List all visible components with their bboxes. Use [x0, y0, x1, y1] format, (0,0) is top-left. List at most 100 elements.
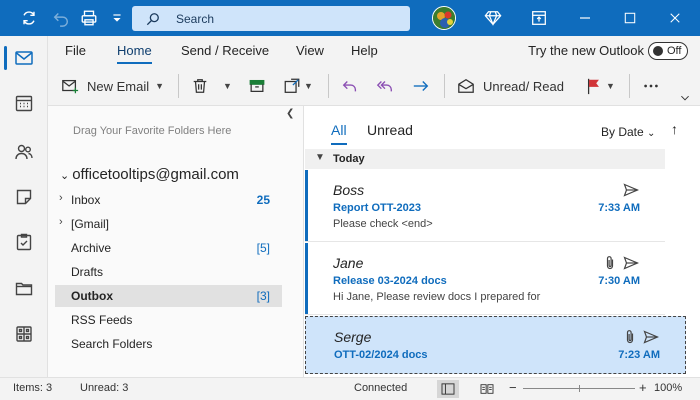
status-connection: Connected — [354, 382, 408, 394]
zoom-out-button[interactable]: − — [509, 380, 517, 395]
send-icon — [623, 256, 639, 270]
ribbon-display-icon[interactable] — [528, 8, 550, 28]
send-icon — [643, 330, 659, 344]
new-email-button[interactable]: New Email ▼ — [61, 74, 164, 98]
flag-icon — [587, 78, 599, 95]
send-receive-icon[interactable] — [18, 8, 40, 28]
message-item[interactable]: Jane Release 03-2024 docs 7:30 AM Hi Jan… — [305, 243, 665, 315]
search-input[interactable] — [176, 11, 396, 26]
tab-view[interactable]: View — [296, 43, 324, 58]
folder-inbox[interactable]: › Inbox 25 — [55, 189, 282, 211]
close-button[interactable] — [660, 6, 690, 30]
paperclip-icon — [606, 256, 614, 270]
folder-icon[interactable] — [0, 268, 48, 308]
folder-count: [3] — [256, 289, 270, 303]
forward-icon — [413, 81, 429, 91]
ribbon-tabs: File Home Send / Receive View Help Try t… — [48, 36, 700, 66]
search-box[interactable] — [132, 6, 410, 31]
chevron-down-icon[interactable]: ▼ — [606, 81, 615, 91]
filter-tab-unread[interactable]: Unread — [367, 122, 413, 138]
toolbar-divider — [629, 74, 630, 98]
reply-all-button[interactable] — [376, 74, 394, 98]
message-sender: Jane — [333, 255, 364, 271]
tab-send-receive[interactable]: Send / Receive — [181, 43, 269, 58]
folder-name: Search Folders — [71, 337, 153, 351]
folder-name: Drafts — [71, 265, 104, 279]
unread-read-button[interactable]: Unread/ Read — [457, 74, 564, 98]
calendar-icon[interactable] — [0, 83, 48, 123]
filter-tab-all[interactable]: All — [331, 122, 347, 145]
reading-view-button[interactable] — [476, 380, 498, 398]
folder-count: 25 — [256, 193, 270, 207]
chevron-right-icon[interactable]: › — [59, 216, 63, 228]
normal-view-button[interactable] — [437, 380, 459, 398]
chevron-down-icon[interactable]: ▼ — [223, 81, 232, 91]
folder-gmail[interactable]: › [Gmail] — [55, 213, 282, 235]
sort-direction-icon[interactable]: ↑ — [671, 121, 678, 137]
message-preview: Please check <end> — [333, 218, 433, 230]
folder-drafts[interactable]: Drafts — [55, 261, 282, 283]
group-label: Today — [333, 153, 365, 165]
folder-outbox[interactable]: Outbox [3] — [55, 285, 282, 307]
reply-icon — [342, 81, 357, 92]
status-unread-count: Unread: 3 — [80, 382, 129, 394]
message-sender: Boss — [333, 182, 365, 198]
reply-button[interactable] — [341, 74, 359, 98]
apps-icon[interactable] — [0, 314, 48, 354]
folder-archive[interactable]: Archive [5] — [55, 237, 282, 259]
minimize-button[interactable] — [570, 6, 600, 30]
folder-search-folders[interactable]: Search Folders — [55, 333, 282, 355]
archive-button[interactable] — [248, 74, 266, 98]
delete-button[interactable]: ▼ — [191, 74, 232, 98]
mail-icon[interactable] — [0, 38, 48, 78]
more-options-button[interactable] — [642, 74, 660, 98]
new-mail-icon — [62, 79, 79, 94]
people-icon[interactable] — [0, 132, 48, 172]
notes-icon[interactable] — [0, 177, 48, 217]
zoom-slider-thumb[interactable] — [579, 385, 580, 392]
flag-button[interactable]: ▼ — [585, 74, 615, 98]
message-subject: Release 03-2024 docs — [333, 275, 447, 287]
account-header[interactable]: ⌄ officetooltips@gmail.com — [60, 166, 239, 183]
unread-indicator — [305, 170, 308, 241]
open-envelope-icon — [458, 78, 474, 93]
message-item[interactable]: Boss Report OTT-2023 7:33 AM Please chec… — [305, 170, 665, 242]
unread-indicator — [305, 243, 308, 314]
restore-button[interactable] — [615, 6, 645, 30]
message-subject: Report OTT-2023 — [333, 202, 422, 214]
message-item-selected[interactable]: Serge OTT-02/2024 docs 7:23 AM — [305, 316, 686, 374]
forward-button[interactable] — [412, 74, 430, 98]
try-new-outlook-toggle[interactable]: Off — [648, 42, 688, 60]
avatar[interactable] — [432, 6, 456, 30]
tab-home[interactable]: Home — [117, 43, 152, 64]
tab-file[interactable]: File — [65, 43, 86, 58]
customize-toolbar-icon[interactable] — [106, 8, 128, 28]
folder-rss-feeds[interactable]: RSS Feeds — [55, 309, 282, 331]
folder-pane: ❮ Drag Your Favorite Folders Here ⌄ offic… — [48, 106, 304, 377]
collapse-pane-icon[interactable]: ❮ — [286, 108, 294, 119]
search-icon — [146, 12, 159, 25]
date-group-header[interactable]: ▼ Today — [305, 149, 665, 169]
toolbar-divider — [444, 74, 445, 98]
premium-diamond-icon[interactable] — [482, 8, 504, 28]
tab-help[interactable]: Help — [351, 43, 378, 58]
folder-name: RSS Feeds — [71, 313, 133, 327]
move-button[interactable]: ▼ — [283, 74, 313, 98]
folder-name: Outbox — [71, 289, 113, 303]
zoom-level: 100% — [654, 382, 683, 394]
tasks-icon[interactable] — [0, 222, 48, 262]
trash-icon — [193, 79, 207, 93]
chevron-down-icon[interactable]: ▼ — [304, 81, 313, 91]
zoom-slider[interactable] — [523, 385, 635, 392]
reading-view-icon — [480, 384, 494, 394]
chevron-right-icon[interactable]: › — [59, 192, 63, 204]
chevron-down-icon[interactable]: ▼ — [155, 81, 164, 91]
zoom-in-button[interactable]: + — [639, 380, 647, 395]
folder-count: [5] — [256, 241, 270, 255]
folder-name: [Gmail] — [71, 217, 110, 231]
ribbon-toolbar: New Email ▼ ▼ ▼ Unread/ Read ▼ — [48, 66, 700, 106]
sort-dropdown[interactable]: By Date ⌄ — [601, 125, 655, 139]
print-icon[interactable] — [78, 8, 100, 28]
undo-icon[interactable] — [50, 8, 72, 28]
chevron-down-icon — [681, 95, 689, 101]
